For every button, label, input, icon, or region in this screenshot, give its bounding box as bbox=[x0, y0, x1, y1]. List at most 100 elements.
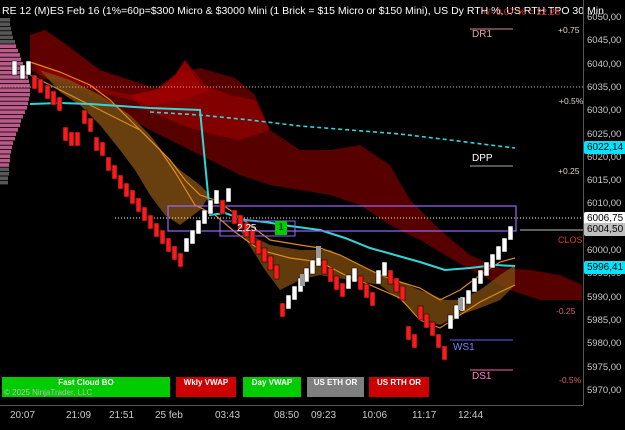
ichimoku-cloud-red-top bbox=[30, 30, 210, 105]
time-axis-label: 09:23 bbox=[311, 410, 337, 421]
volume-profile-bar bbox=[0, 106, 27, 110]
volume-profile-bar bbox=[0, 26, 11, 31]
renko-brick-down bbox=[423, 313, 430, 329]
volume-profile-bar bbox=[0, 101, 28, 106]
renko-brick-up bbox=[19, 64, 26, 80]
volume-profile-bar bbox=[0, 136, 15, 141]
volume-profile-bar bbox=[0, 128, 18, 132]
renko-brick-down bbox=[411, 333, 418, 349]
range-box-count: 1 bbox=[275, 221, 287, 235]
renko-brick-down bbox=[405, 325, 412, 341]
renko-brick-up bbox=[201, 209, 208, 225]
renko-brick-down bbox=[231, 209, 238, 225]
renko-brick-up bbox=[25, 60, 32, 76]
time-axis-label: 11:17 bbox=[412, 410, 437, 421]
time-axis-label: 10:06 bbox=[362, 410, 388, 421]
volume-profile-bar bbox=[0, 176, 8, 180]
renko-brick-down bbox=[441, 345, 448, 361]
renko-brick-down bbox=[387, 269, 394, 285]
volume-profile-bar bbox=[0, 62, 23, 66]
pct-label-p075: +0.75 bbox=[558, 25, 580, 35]
renko-brick-up bbox=[195, 219, 202, 235]
renko-brick-down bbox=[117, 174, 124, 190]
volume-profile-bar bbox=[0, 110, 25, 114]
renko-brick-down bbox=[165, 237, 172, 253]
level-dr1: DR1 bbox=[472, 29, 493, 40]
volume-profile-bar bbox=[0, 40, 15, 44]
price-axis-label: 6040,00 bbox=[587, 58, 622, 70]
volume-profile-bar bbox=[0, 172, 9, 176]
volume-profile-bar bbox=[0, 123, 20, 128]
time-axis-label: 12:44 bbox=[458, 410, 484, 421]
price-axis-label: 6025,00 bbox=[587, 128, 622, 140]
renko-brick-down bbox=[147, 214, 154, 230]
volume-profile-bar bbox=[0, 53, 20, 57]
renko-brick-up bbox=[489, 253, 496, 269]
renko-brick-down bbox=[129, 189, 136, 205]
renko-brick-up bbox=[291, 285, 298, 301]
renko-brick-up bbox=[345, 274, 352, 290]
renko-brick-down bbox=[273, 264, 280, 280]
volume-profile-bar bbox=[0, 154, 10, 158]
price-axis-label: 5975,00 bbox=[587, 361, 622, 373]
price-axis-label: 6035,00 bbox=[587, 81, 622, 93]
renko-brick-up bbox=[381, 261, 388, 277]
volume-profile-bar bbox=[0, 18, 10, 22]
renko-brick-down bbox=[62, 126, 69, 142]
pct-label-p05: +0.5% bbox=[559, 96, 584, 106]
renko-brick-up bbox=[501, 237, 508, 253]
chart-window: RE 12 (M)ES Feb 16 (1%=60p=$300 Micro & … bbox=[0, 0, 625, 430]
renko-brick-neutral bbox=[300, 274, 305, 286]
volume-profile-bar bbox=[0, 114, 23, 119]
volume-profile-bar bbox=[0, 35, 13, 40]
us-eth-or-button[interactable]: US ETH OR bbox=[307, 377, 364, 397]
renko-brick-down bbox=[357, 275, 364, 291]
renko-brick-down bbox=[111, 164, 118, 180]
renko-brick-down bbox=[393, 277, 400, 293]
renko-brick-down bbox=[255, 239, 262, 255]
volume-profile-bar bbox=[0, 48, 18, 53]
volume-profile-bar bbox=[0, 31, 12, 35]
renko-chart[interactable] bbox=[0, 0, 625, 430]
day-vwap-button[interactable]: Day VWAP bbox=[243, 377, 301, 397]
renko-brick-down bbox=[87, 117, 94, 133]
renko-brick-up bbox=[309, 259, 316, 275]
renko-brick-up bbox=[11, 60, 18, 76]
renko-brick-up bbox=[213, 189, 220, 205]
price-axis-label: 5985,00 bbox=[587, 314, 622, 326]
pct-label-p025: +0.25 bbox=[558, 166, 580, 176]
weekly-vwap-button[interactable]: Wkly VWAP bbox=[176, 377, 236, 397]
renko-brick-down bbox=[363, 283, 370, 299]
price-tag-close: 6004,50 bbox=[584, 223, 625, 236]
renko-brick-up bbox=[483, 261, 490, 277]
time-axis-label: 21:09 bbox=[66, 410, 92, 421]
price-axis-label: 5990,00 bbox=[587, 291, 622, 303]
us-rth-or-button[interactable]: US RTH OR bbox=[369, 377, 429, 397]
renko-brick-down bbox=[81, 109, 88, 125]
renko-brick-down bbox=[93, 136, 100, 152]
renko-brick-down bbox=[429, 321, 436, 337]
price-axis-label: 6030,00 bbox=[587, 105, 622, 117]
price-axis-label: 5980,00 bbox=[587, 338, 622, 350]
renko-brick-down bbox=[339, 282, 346, 298]
renko-brick-up bbox=[375, 269, 382, 285]
time-axis-label: 08:50 bbox=[274, 410, 300, 421]
volume-profile-bar bbox=[0, 167, 9, 172]
renko-brick-up bbox=[465, 289, 472, 305]
renko-brick-down bbox=[177, 252, 184, 268]
renko-brick-down bbox=[56, 96, 63, 112]
renko-brick-down bbox=[31, 74, 38, 90]
renko-brick-down bbox=[219, 199, 226, 215]
renko-brick-down bbox=[105, 156, 112, 172]
renko-brick-down bbox=[417, 305, 424, 321]
volume-profile-bar bbox=[0, 180, 8, 185]
renko-brick-down bbox=[123, 182, 130, 198]
renko-brick-down bbox=[261, 247, 268, 263]
change-readout: +/- 0.07 % = 22.25 bbox=[482, 7, 561, 18]
price-axis-label: 6000,00 bbox=[587, 245, 622, 256]
volume-profile-bar bbox=[0, 158, 10, 163]
renko-brick-down bbox=[171, 245, 178, 261]
renko-brick-down bbox=[333, 275, 340, 291]
renko-brick-down bbox=[321, 259, 328, 275]
volume-profile-bar bbox=[0, 57, 21, 62]
